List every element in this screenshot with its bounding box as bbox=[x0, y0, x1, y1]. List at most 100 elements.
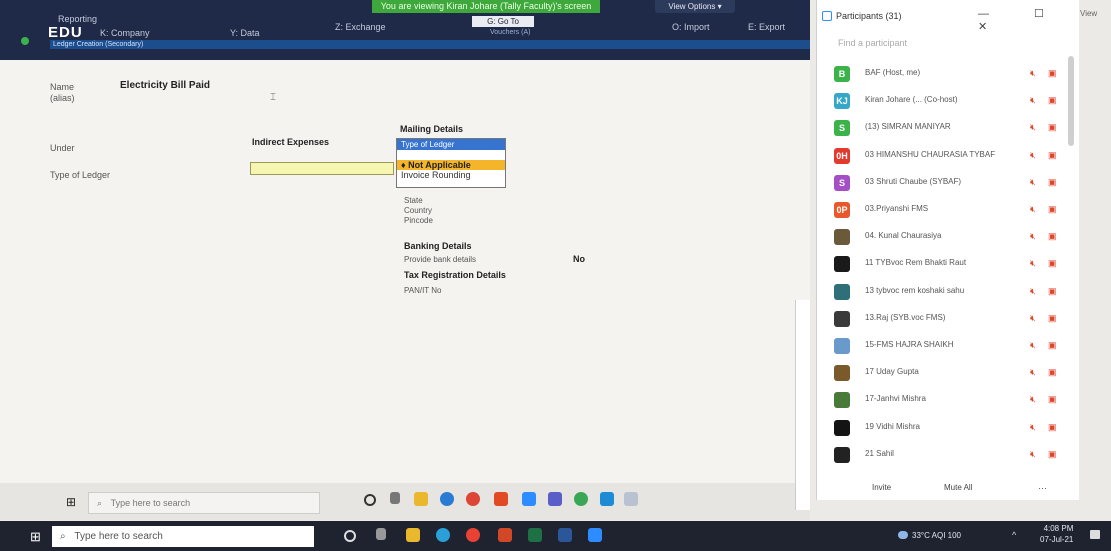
windows-start-icon[interactable]: ⊞ bbox=[30, 529, 41, 545]
video-off-icon[interactable]: ▣ bbox=[1048, 122, 1057, 133]
participant-avatar: S bbox=[834, 174, 850, 191]
video-off-icon[interactable]: ▣ bbox=[1048, 150, 1057, 161]
video-off-icon[interactable]: ▣ bbox=[1048, 231, 1057, 242]
video-off-icon[interactable]: ▣ bbox=[1048, 422, 1057, 433]
participant-row[interactable]: 21 Sahil 🔇︎ ▣ bbox=[830, 443, 1062, 467]
video-off-icon[interactable]: ▣ bbox=[1048, 258, 1057, 269]
participant-avatar bbox=[834, 229, 850, 246]
dropdown-option-not-applicable[interactable]: ♦ Not Applicable bbox=[397, 160, 505, 170]
type-of-ledger-dropdown[interactable]: Type of Ledger ♦ Not Applicable Invoice … bbox=[396, 138, 506, 188]
powerpoint-icon[interactable] bbox=[498, 528, 512, 542]
mic-muted-icon[interactable]: 🔇︎ bbox=[1030, 177, 1036, 188]
video-off-icon[interactable]: ▣ bbox=[1048, 449, 1057, 460]
taskbar-search-box[interactable]: ⌕ Type here to search bbox=[52, 526, 314, 547]
chrome-icon[interactable] bbox=[466, 528, 480, 542]
inner-windows-icon[interactable]: ⊞ bbox=[66, 495, 76, 509]
mic-muted-icon[interactable]: 🔇︎ bbox=[1030, 204, 1036, 215]
find-participant-input[interactable]: Find a participant bbox=[838, 38, 907, 48]
participant-avatar bbox=[834, 338, 850, 354]
mic-muted-icon[interactable]: 🔇︎ bbox=[1030, 95, 1036, 106]
weather-text[interactable]: 33°C AQI 100 bbox=[912, 531, 961, 540]
under-value[interactable]: Indirect Expenses bbox=[252, 137, 329, 147]
invite-button[interactable]: Invite bbox=[872, 483, 891, 492]
tray-chevron-icon[interactable]: ^ bbox=[1012, 530, 1016, 540]
video-off-icon[interactable]: ▣ bbox=[1048, 286, 1057, 297]
bank-details-value[interactable]: No bbox=[573, 254, 585, 264]
word-icon[interactable] bbox=[558, 528, 572, 542]
inner-zoom-icon[interactable] bbox=[522, 492, 536, 506]
participant-row[interactable]: 17-Janhvi Mishra 🔇︎ ▣ bbox=[830, 388, 1062, 412]
video-off-icon[interactable]: ▣ bbox=[1048, 204, 1057, 215]
mic-muted-icon[interactable]: 🔇︎ bbox=[1030, 68, 1036, 79]
inner-app-icon[interactable] bbox=[600, 492, 614, 506]
mic-muted-icon[interactable]: 🔇︎ bbox=[1030, 313, 1036, 324]
video-off-icon[interactable]: ▣ bbox=[1048, 68, 1057, 79]
inner-tally-icon[interactable] bbox=[624, 492, 638, 506]
dropdown-spacer bbox=[397, 150, 505, 160]
participant-row[interactable]: 04. Kunal Chaurasiya 🔇︎ ▣ bbox=[830, 225, 1062, 249]
participant-row[interactable]: S (13) SIMRAN MANIYAR 🔇︎ ▣ bbox=[830, 116, 1062, 140]
video-off-icon[interactable]: ▣ bbox=[1048, 367, 1057, 378]
menu-export[interactable]: E: Export bbox=[748, 22, 785, 32]
view-edge-label[interactable]: View bbox=[1080, 9, 1097, 18]
inner-chrome-icon[interactable] bbox=[466, 492, 480, 506]
notification-icon[interactable] bbox=[1090, 530, 1100, 539]
inner-cortana-icon[interactable] bbox=[364, 494, 376, 506]
excel-icon[interactable] bbox=[528, 528, 542, 542]
video-off-icon[interactable]: ▣ bbox=[1048, 95, 1057, 106]
taskview-icon[interactable] bbox=[376, 528, 386, 540]
participant-row[interactable]: 15-FMS HAJRA SHAIKH 🔇︎ ▣ bbox=[830, 334, 1062, 358]
dropdown-option-invoice-rounding[interactable]: Invoice Rounding bbox=[397, 170, 505, 180]
participant-row[interactable]: 11 TYBvoc Rem Bhakti Raut 🔇︎ ▣ bbox=[830, 252, 1062, 276]
reporting-label[interactable]: Reporting bbox=[58, 14, 97, 24]
participant-row[interactable]: KJ Kiran Johare (... (Co-host) 🔇︎ ▣ bbox=[830, 89, 1062, 113]
inner-office-icon[interactable] bbox=[494, 492, 508, 506]
participant-row[interactable]: 0P 03.Priyanshi FMS 🔇︎ ▣ bbox=[830, 198, 1062, 222]
participant-row[interactable]: S 03 Shruti Chaube (SYBAF) 🔇︎ ▣ bbox=[830, 171, 1062, 195]
participant-row[interactable]: 17 Uday Gupta 🔇︎ ▣ bbox=[830, 361, 1062, 385]
participant-row[interactable]: 13 tybvoc rem koshaki sahu 🔇︎ ▣ bbox=[830, 280, 1062, 304]
mic-muted-icon[interactable]: 🔇︎ bbox=[1030, 394, 1036, 405]
video-off-icon[interactable]: ▣ bbox=[1048, 313, 1057, 324]
menu-company[interactable]: K: Company bbox=[100, 28, 150, 38]
mic-muted-icon[interactable]: 🔇︎ bbox=[1030, 258, 1036, 269]
view-options-button[interactable]: View Options ▾ bbox=[655, 0, 735, 13]
mute-all-button[interactable]: Mute All bbox=[944, 483, 972, 492]
mic-muted-icon[interactable]: 🔇︎ bbox=[1030, 367, 1036, 378]
mic-muted-icon[interactable]: 🔇︎ bbox=[1030, 122, 1036, 133]
mic-muted-icon[interactable]: 🔇︎ bbox=[1030, 449, 1036, 460]
menu-data[interactable]: Y: Data bbox=[230, 28, 260, 38]
type-of-ledger-input[interactable] bbox=[250, 162, 394, 175]
participants-scrollbar[interactable] bbox=[1068, 56, 1074, 146]
cortana-icon[interactable] bbox=[344, 530, 356, 542]
participant-row[interactable]: 0H 03 HIMANSHU CHAURASIA TYBAF 🔇︎ ▣ bbox=[830, 144, 1062, 168]
participant-row[interactable]: 13.Raj (SYB.voc FMS) 🔇︎ ▣ bbox=[830, 307, 1062, 331]
more-options-button[interactable]: … bbox=[1038, 481, 1047, 491]
menu-exchange[interactable]: Z: Exchange bbox=[335, 22, 386, 32]
shared-screen: Reporting EDU K: Company Y: Data Z: Exch… bbox=[0, 0, 810, 520]
taskbar-clock[interactable]: 4:08 PM 07-Jul-21 bbox=[1040, 523, 1073, 545]
mic-muted-icon[interactable]: 🔇︎ bbox=[1030, 286, 1036, 297]
participant-row[interactable]: B BAF (Host, me) 🔇︎ ▣ bbox=[830, 62, 1062, 86]
goto-button[interactable]: G: Go To bbox=[472, 16, 534, 27]
participant-row[interactable]: 19 Vidhi Mishra 🔇︎ ▣ bbox=[830, 416, 1062, 440]
zoom-icon[interactable] bbox=[588, 528, 602, 542]
mic-muted-icon[interactable]: 🔇︎ bbox=[1030, 231, 1036, 242]
participant-name: 19 Vidhi Mishra bbox=[865, 421, 920, 431]
menu-import[interactable]: O: Import bbox=[672, 22, 710, 32]
inner-teams-icon[interactable] bbox=[548, 492, 562, 506]
name-value[interactable]: Electricity Bill Paid bbox=[120, 80, 210, 91]
edge-icon[interactable] bbox=[436, 528, 450, 542]
video-off-icon[interactable]: ▣ bbox=[1048, 340, 1057, 351]
inner-edge-icon[interactable] bbox=[440, 492, 454, 506]
inner-explorer-icon[interactable] bbox=[414, 492, 428, 506]
video-off-icon[interactable]: ▣ bbox=[1048, 394, 1057, 405]
inner-taskview-icon[interactable] bbox=[390, 492, 400, 504]
mic-muted-icon[interactable]: 🔇︎ bbox=[1030, 340, 1036, 351]
inner-chrome2-icon[interactable] bbox=[574, 492, 588, 506]
mic-muted-icon[interactable]: 🔇︎ bbox=[1030, 422, 1036, 433]
file-explorer-icon[interactable] bbox=[406, 528, 420, 542]
inner-search-box[interactable]: ⌕ Type here to search bbox=[88, 492, 320, 514]
video-off-icon[interactable]: ▣ bbox=[1048, 177, 1057, 188]
mic-muted-icon[interactable]: 🔇︎ bbox=[1030, 150, 1036, 161]
